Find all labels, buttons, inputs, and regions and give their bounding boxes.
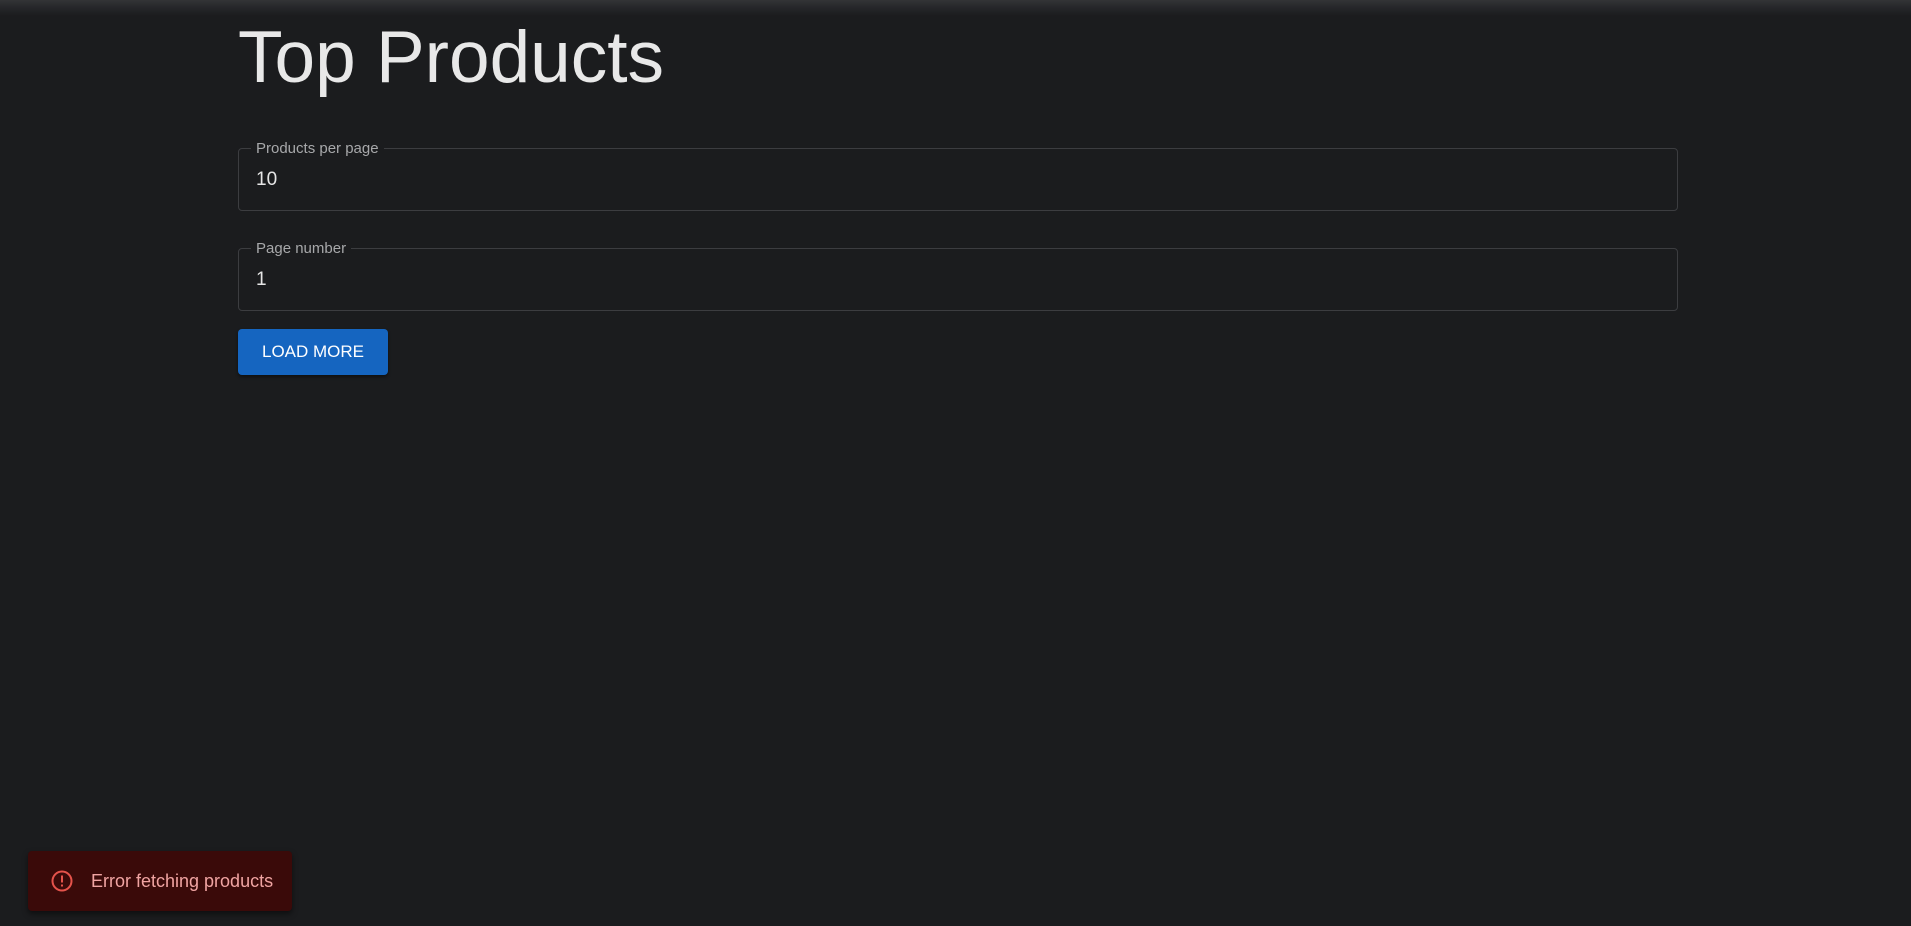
page-number-input[interactable] bbox=[256, 268, 1636, 292]
products-per-page-label: Products per page bbox=[256, 140, 379, 157]
error-toast-message: Error fetching products bbox=[91, 870, 274, 891]
page-number-label: Page number bbox=[256, 240, 347, 257]
products-per-page-input[interactable] bbox=[256, 168, 1636, 192]
error-outline-icon bbox=[50, 869, 74, 893]
products-per-page-field[interactable]: Products per page bbox=[238, 141, 1678, 211]
error-toast: Error fetching products bbox=[28, 851, 292, 911]
page-title: Top Products bbox=[238, 17, 665, 98]
top-bar-shadow bbox=[0, 0, 1911, 16]
load-more-button[interactable]: LOAD MORE bbox=[238, 329, 388, 375]
page-number-field[interactable]: Page number bbox=[238, 241, 1678, 311]
